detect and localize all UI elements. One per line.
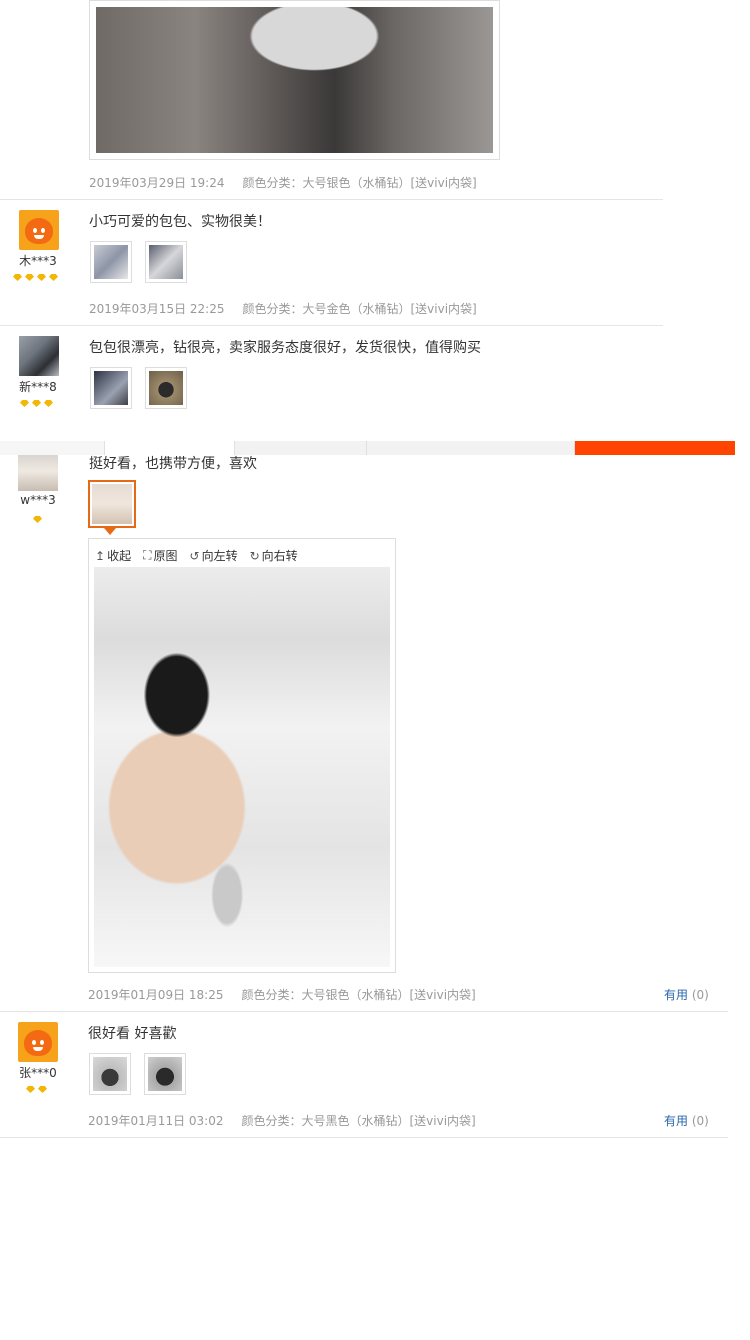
review-meta: 2019年03月29日 19:24 颜色分类：大号银色（水桶钻）[送vivi内袋] <box>89 174 477 191</box>
avatar[interactable] <box>18 455 58 491</box>
review-text: 挺好看，也携带方便，喜欢 <box>89 456 257 472</box>
rotate-right-icon: ↻ <box>249 548 260 563</box>
review-thumbnail[interactable] <box>89 1053 131 1095</box>
review-text: 包包很漂亮，钻很亮，卖家服务态度很好，发货很快，值得购买 <box>89 340 481 356</box>
viewer-toolbar: ↥ 收起 ⛶ 原图 ↺ 向左转 ↻ 向右转 <box>95 547 298 564</box>
review-thumbnail[interactable] <box>145 241 187 283</box>
useful-button[interactable]: 有用 (0) <box>664 986 709 1003</box>
review-thumbnail-selected[interactable] <box>88 480 136 528</box>
image-viewer: ↥ 收起 ⛶ 原图 ↺ 向左转 ↻ 向右转 <box>88 538 396 973</box>
review-sku: 颜色分类：大号金色（水桶钻）[送vivi内袋] <box>242 302 477 316</box>
username: 木***3 <box>19 254 57 268</box>
expand-icon: ⛶ <box>143 548 152 562</box>
collapse-label: 收起 <box>107 549 132 563</box>
review-thumbnail[interactable] <box>144 1053 186 1095</box>
review-meta: 2019年01月11日 03:02 颜色分类：大号黑色（水桶钻）[送vivi内袋] <box>88 1112 476 1129</box>
useful-button[interactable]: 有用 (0) <box>664 1112 709 1129</box>
divider <box>0 325 663 326</box>
useful-label: 有用 <box>664 988 689 1002</box>
review-text: 小巧可爱的包包、实物很美！ <box>89 214 271 230</box>
original-label: 原图 <box>153 549 178 563</box>
review-date: 2019年03月29日 19:24 <box>89 176 225 190</box>
useful-count: (0) <box>691 988 709 1002</box>
review-thumbnail[interactable] <box>90 241 132 283</box>
arrow-up-icon: ↥ <box>95 548 106 563</box>
review-sku: 颜色分类：大号黑色（水桶钻）[送vivi内袋] <box>241 1114 476 1128</box>
divider <box>0 1011 728 1012</box>
user-level-gems <box>33 516 42 523</box>
review-meta: 2019年01月09日 18:25 颜色分类：大号银色（水桶钻）[送vivi内袋] <box>88 986 476 1003</box>
review-date: 2019年01月11日 03:02 <box>88 1114 224 1128</box>
rotate-left-label: 向左转 <box>201 549 238 563</box>
review-date: 2019年01月09日 18:25 <box>88 988 224 1002</box>
rotate-right-label: 向右转 <box>261 549 298 563</box>
review-photo-image <box>96 7 493 153</box>
divider <box>0 199 663 200</box>
review-meta: 2019年03月15日 22:25 颜色分类：大号金色（水桶钻）[送vivi内袋] <box>89 300 477 317</box>
user-level-gems <box>13 274 58 281</box>
avatar[interactable] <box>19 336 59 376</box>
review-sku: 颜色分类：大号银色（水桶钻）[送vivi内袋] <box>241 988 476 1002</box>
original-image-button[interactable]: ⛶ 原图 <box>143 547 177 564</box>
collapse-button[interactable]: ↥ 收起 <box>95 547 131 564</box>
review-date: 2019年03月15日 22:25 <box>89 302 225 316</box>
rotate-right-button[interactable]: ↻ 向右转 <box>250 547 298 564</box>
rotate-left-button[interactable]: ↺ 向左转 <box>190 547 238 564</box>
avatar[interactable] <box>19 210 59 250</box>
review-thumbnail[interactable] <box>145 367 187 409</box>
review-sku: 颜色分类：大号银色（水桶钻）[送vivi内袋] <box>242 176 477 190</box>
user-level-gems <box>20 400 53 407</box>
useful-label: 有用 <box>664 1114 689 1128</box>
rotate-left-icon: ↺ <box>189 548 200 563</box>
review-photo-large[interactable] <box>89 0 500 160</box>
review-thumbnail[interactable] <box>90 367 132 409</box>
tab-segment[interactable] <box>367 441 575 455</box>
review-text: 很好看 好喜歡 <box>88 1026 177 1042</box>
thumbnail-pointer <box>104 528 116 535</box>
username: 张***0 <box>19 1066 57 1080</box>
username: w***3 <box>20 493 56 507</box>
tab-active-indicator[interactable] <box>575 441 735 455</box>
divider <box>0 1137 728 1138</box>
username: 新***8 <box>19 380 57 394</box>
viewer-photo[interactable] <box>94 567 390 967</box>
avatar[interactable] <box>18 1022 58 1062</box>
useful-count: (0) <box>691 1114 709 1128</box>
user-level-gems <box>26 1086 47 1093</box>
